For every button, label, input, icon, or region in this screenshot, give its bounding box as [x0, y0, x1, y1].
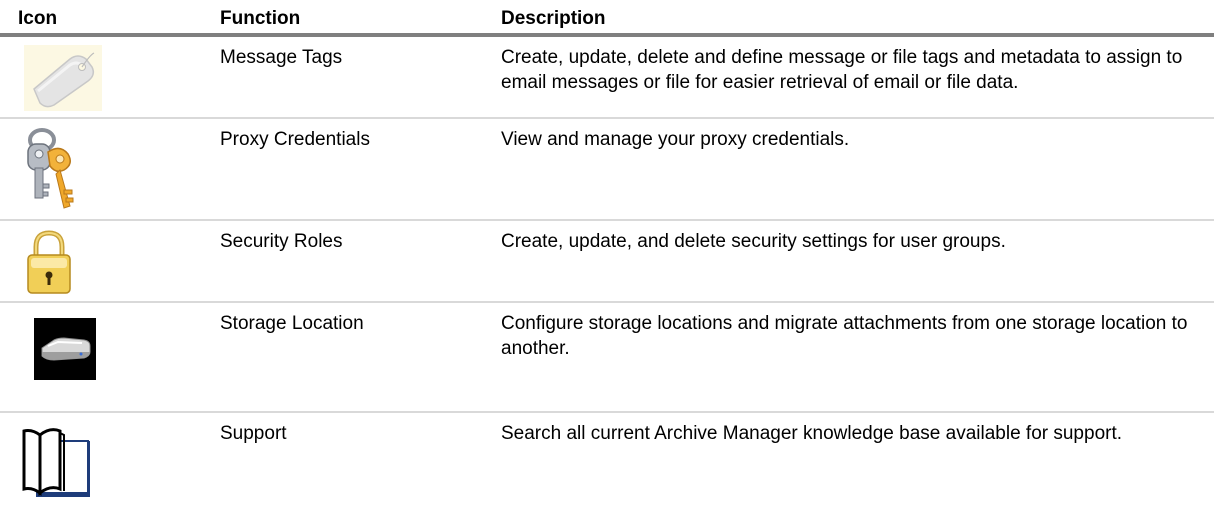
keys-icon [20, 126, 80, 214]
header-description: Description [501, 8, 606, 29]
function-label: Message Tags [220, 47, 343, 68]
description-text: Search all current Archive Manager knowl… [501, 423, 1123, 444]
message-tag-icon [24, 45, 102, 111]
description-text: Create, update, delete and define messag… [501, 47, 1183, 93]
table-row: Proxy Credentials View and manage your p… [0, 119, 1214, 221]
description-text: View and manage your proxy credentials. [501, 129, 850, 150]
padlock-icon [24, 229, 74, 295]
function-label: Support [220, 423, 287, 444]
table-header: Icon Function Description [0, 0, 1214, 37]
description-text: Create, update, and delete security sett… [501, 231, 1006, 252]
header-icon: Icon [18, 8, 58, 29]
table-row: Storage Location Configure storage locat… [0, 303, 1214, 413]
functions-table: Icon Function Description Message Tags C… [0, 0, 1214, 497]
description-text: Configure storage locations and migrate … [501, 313, 1188, 359]
table-row: Message Tags Create, update, delete and … [0, 37, 1214, 119]
support-book-icon [20, 423, 96, 499]
function-label: Security Roles [220, 231, 343, 252]
storage-drive-icon [34, 318, 96, 380]
table-row: Security Roles Create, update, and delet… [0, 221, 1214, 303]
table-row: Support Search all current Archive Manag… [0, 413, 1214, 510]
function-label: Storage Location [220, 313, 364, 334]
header-function: Function [220, 8, 301, 29]
function-label: Proxy Credentials [220, 129, 370, 150]
